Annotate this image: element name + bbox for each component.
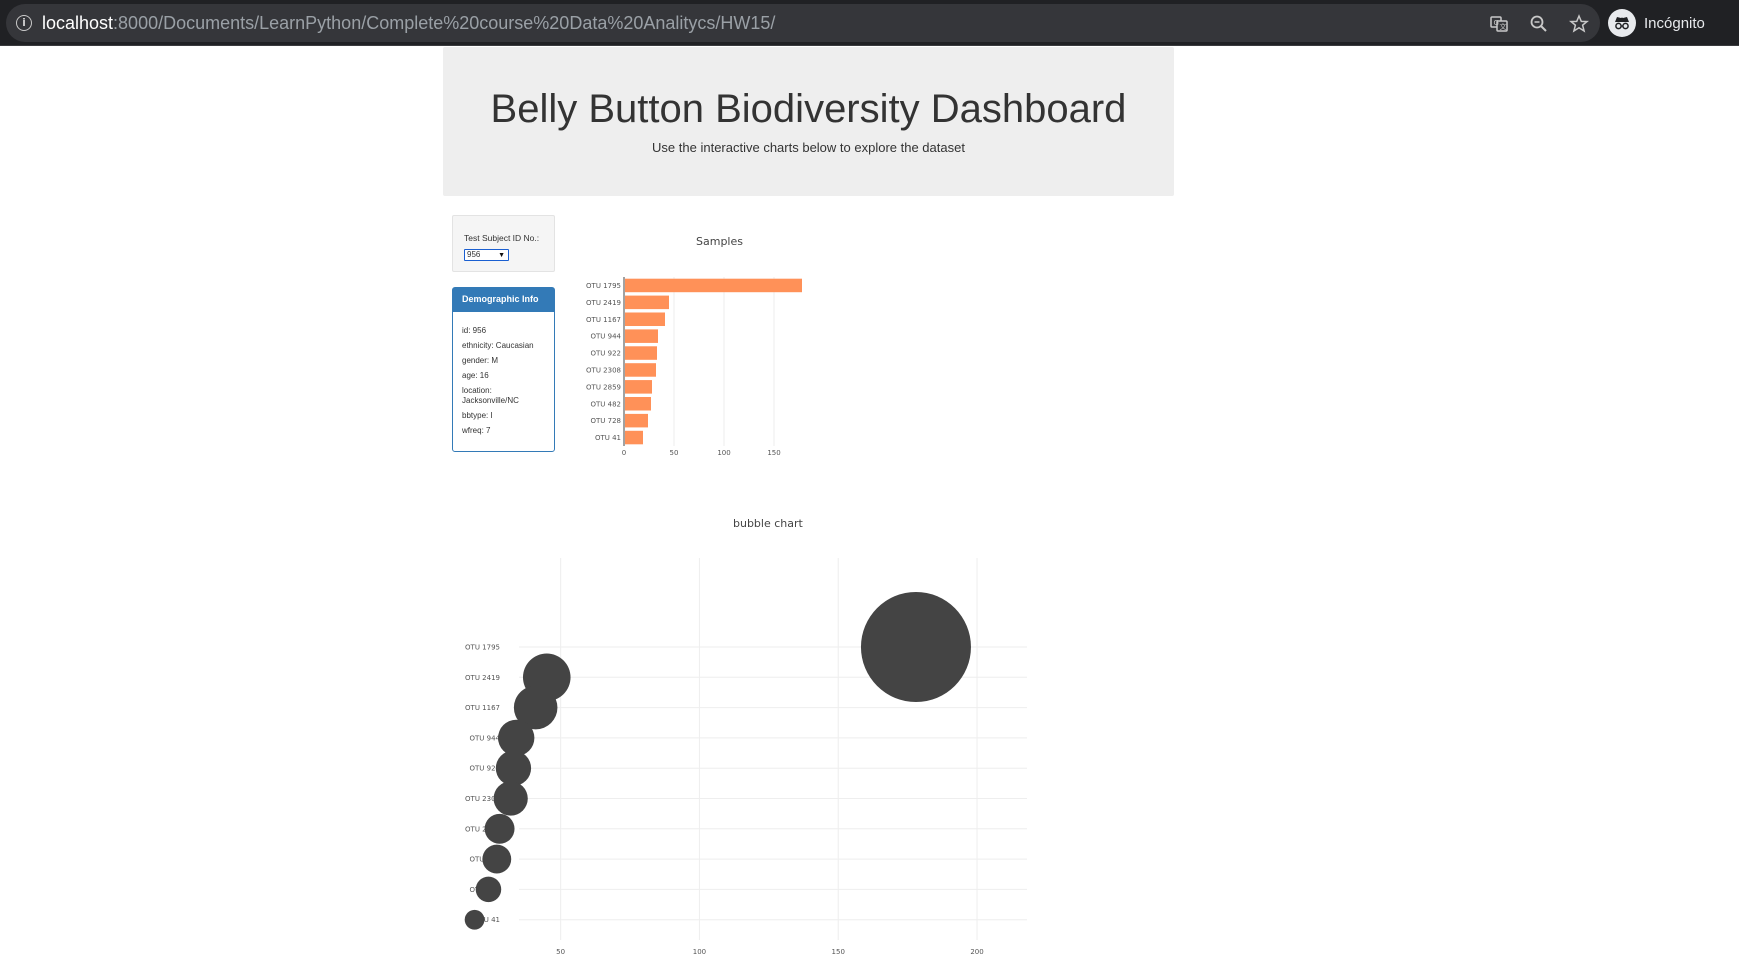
- bubble: [475, 876, 502, 903]
- bubble: [484, 813, 515, 844]
- bubble: [464, 909, 485, 930]
- bubble: [860, 592, 971, 702]
- bubble-x-tick-label: 50: [556, 948, 565, 956]
- bubble-y-tick-label: OTU 1167: [465, 704, 500, 712]
- bubble-y-tick-label: OTU 944: [470, 734, 501, 742]
- bubble: [495, 750, 532, 786]
- bubble: [498, 719, 535, 757]
- bubble-chart[interactable]: 50 100 150 200 OTU 1795 OTU 2419 OTU 1167 OTU 9…: [0, 0, 1739, 980]
- bubble-x-tick-label: 200: [970, 948, 983, 956]
- bubble-x-tick-label: 150: [832, 948, 845, 956]
- bubble: [482, 844, 512, 874]
- bubble-y-tick-label: OTU 2419: [465, 674, 500, 682]
- bubble: [493, 781, 528, 816]
- bubble-y-tick-label: OTU 922: [470, 765, 501, 773]
- bubble-x-tick-label: 100: [693, 948, 706, 956]
- bubble-y-tick-label: OTU 1795: [465, 644, 500, 652]
